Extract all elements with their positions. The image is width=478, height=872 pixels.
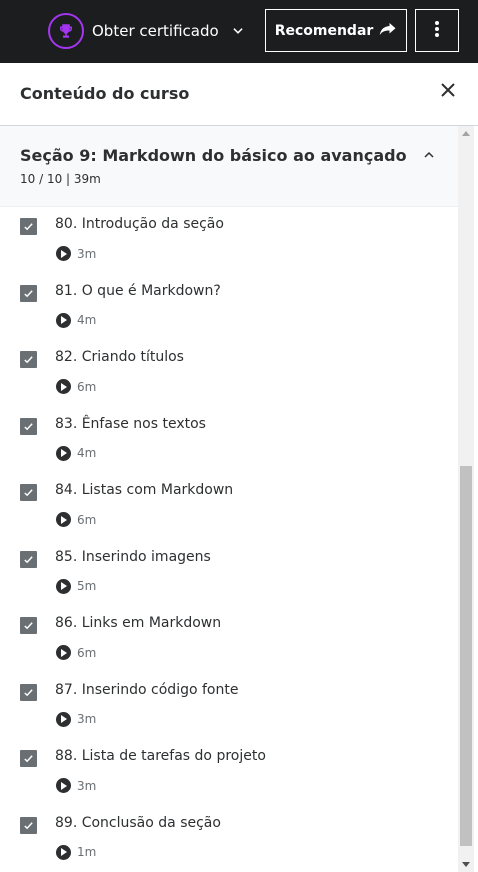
- lecture-title: 83. Ênfase nos textos: [55, 415, 206, 432]
- recommend-label: Recomendar: [274, 22, 374, 39]
- lecture-meta: 4m: [56, 312, 97, 328]
- play-icon: [56, 711, 71, 727]
- chevron-up-icon[interactable]: [420, 146, 438, 164]
- lecture-item[interactable]: 84. Listas com Markdown 6m: [0, 473, 458, 540]
- lecture-item[interactable]: 89. Conclusão da seção 1m: [0, 806, 458, 872]
- play-icon: [56, 246, 71, 261]
- more-vertical-icon: [434, 20, 440, 41]
- checkmark-icon: [23, 616, 34, 635]
- play-icon: [56, 578, 71, 594]
- play-icon: [56, 312, 71, 328]
- lecture-meta: 1m: [56, 844, 97, 860]
- lecture-checkbox[interactable]: [20, 218, 37, 235]
- checkmark-icon: [23, 683, 34, 702]
- lecture-title: 81. O que é Markdown?: [55, 282, 221, 299]
- play-icon: [56, 379, 71, 394]
- recommend-button[interactable]: Recomendar: [265, 9, 407, 52]
- lecture-checkbox[interactable]: [20, 550, 37, 569]
- lecture-meta: 6m: [56, 379, 96, 394]
- checkmark-icon: [23, 550, 34, 569]
- certificate-label: Obter certificado: [92, 22, 219, 40]
- lecture-duration: 6m: [77, 379, 97, 394]
- chevron-down-icon: [231, 24, 245, 38]
- lecture-checkbox[interactable]: [20, 816, 37, 835]
- lecture-checkbox[interactable]: [20, 750, 37, 767]
- play-icon: [56, 445, 71, 461]
- play-icon: [56, 844, 71, 860]
- lecture-duration: 3m: [77, 712, 97, 726]
- lecture-title: 87. Inserindo código fonte: [55, 681, 239, 698]
- lecture-title: 88. Lista de tarefas do projeto: [55, 748, 266, 764]
- section-meta: 10 / 10 | 39m: [20, 172, 101, 186]
- lecture-meta: 6m: [56, 512, 96, 527]
- close-icon: [440, 82, 456, 102]
- lecture-title: 85. Inserindo imagens: [55, 548, 211, 565]
- lecture-item[interactable]: 86. Links em Markdown 6m: [0, 606, 458, 673]
- lecture-duration: 5m: [77, 579, 97, 593]
- top-bar: Obter certificado Recomendar: [0, 0, 478, 63]
- lecture-meta: 3m: [56, 246, 96, 261]
- play-icon: [56, 645, 71, 660]
- checkmark-icon: [23, 417, 34, 436]
- lecture-checkbox[interactable]: [20, 683, 37, 702]
- lecture-item[interactable]: 82. Criando títulos 6m: [0, 340, 458, 407]
- checkmark-icon: [23, 816, 34, 835]
- lecture-checkbox[interactable]: [20, 617, 37, 634]
- scrollbar-thumb[interactable]: [460, 466, 472, 846]
- lecture-title: 80. Introdução da seção: [55, 216, 224, 232]
- lecture-item[interactable]: 83. Ênfase nos textos 4m: [0, 407, 458, 474]
- close-panel-button[interactable]: [436, 80, 460, 104]
- checkmark-icon: [23, 217, 34, 236]
- lecture-duration: 3m: [77, 246, 97, 261]
- lecture-duration: 1m: [77, 845, 97, 859]
- checkmark-icon: [23, 350, 34, 369]
- course-content-header: Conteúdo do curso: [0, 63, 478, 126]
- lecture-title: 89. Conclusão da seção: [55, 814, 221, 831]
- lecture-meta: 6m: [56, 645, 96, 660]
- play-icon: [56, 778, 71, 793]
- lecture-meta: 4m: [56, 445, 97, 461]
- lecture-item[interactable]: 88. Lista de tarefas do projeto 3m: [0, 739, 458, 806]
- lecture-list: 80. Introdução da seção 3m 81. O que é M…: [0, 207, 458, 872]
- section-title: Seção 9: Markdown do básico ao avançado: [20, 146, 407, 165]
- lecture-checkbox[interactable]: [20, 417, 37, 436]
- lecture-meta: 3m: [56, 711, 97, 727]
- scroll-up-arrow-icon[interactable]: [458, 126, 474, 140]
- panel-title: Conteúdo do curso: [20, 84, 190, 103]
- certificate-dropdown[interactable]: Obter certificado: [48, 10, 245, 52]
- lecture-checkbox[interactable]: [20, 284, 37, 303]
- share-arrow-icon: [379, 21, 397, 41]
- vertical-scrollbar[interactable]: [458, 126, 474, 872]
- lecture-item[interactable]: 80. Introdução da seção 3m: [0, 207, 458, 274]
- lecture-title: 84. Listas com Markdown: [55, 482, 234, 498]
- checkmark-icon: [23, 284, 34, 303]
- lecture-meta: 3m: [56, 778, 96, 793]
- play-icon: [56, 512, 71, 527]
- lecture-checkbox[interactable]: [20, 351, 37, 368]
- lecture-duration: 4m: [77, 313, 97, 327]
- lecture-checkbox[interactable]: [20, 484, 37, 501]
- lecture-title: 86. Links em Markdown: [55, 615, 222, 631]
- lecture-duration: 6m: [77, 512, 97, 527]
- lecture-duration: 4m: [77, 446, 97, 460]
- lecture-meta: 5m: [56, 578, 97, 594]
- checkmark-icon: [23, 749, 34, 768]
- lecture-duration: 3m: [77, 778, 97, 793]
- lecture-item[interactable]: 81. O que é Markdown? 4m: [0, 274, 458, 341]
- more-options-button[interactable]: [415, 9, 459, 52]
- lecture-item[interactable]: 87. Inserindo código fonte 3m: [0, 673, 458, 740]
- checkmark-icon: [23, 483, 34, 502]
- lecture-item[interactable]: 85. Inserindo imagens 5m: [0, 540, 458, 607]
- section-header[interactable]: Seção 9: Markdown do básico ao avançado …: [0, 126, 458, 207]
- lecture-duration: 6m: [77, 645, 97, 660]
- trophy-icon: [48, 13, 84, 49]
- scroll-down-arrow-icon[interactable]: [458, 858, 474, 872]
- lecture-title: 82. Criando títulos: [55, 349, 184, 365]
